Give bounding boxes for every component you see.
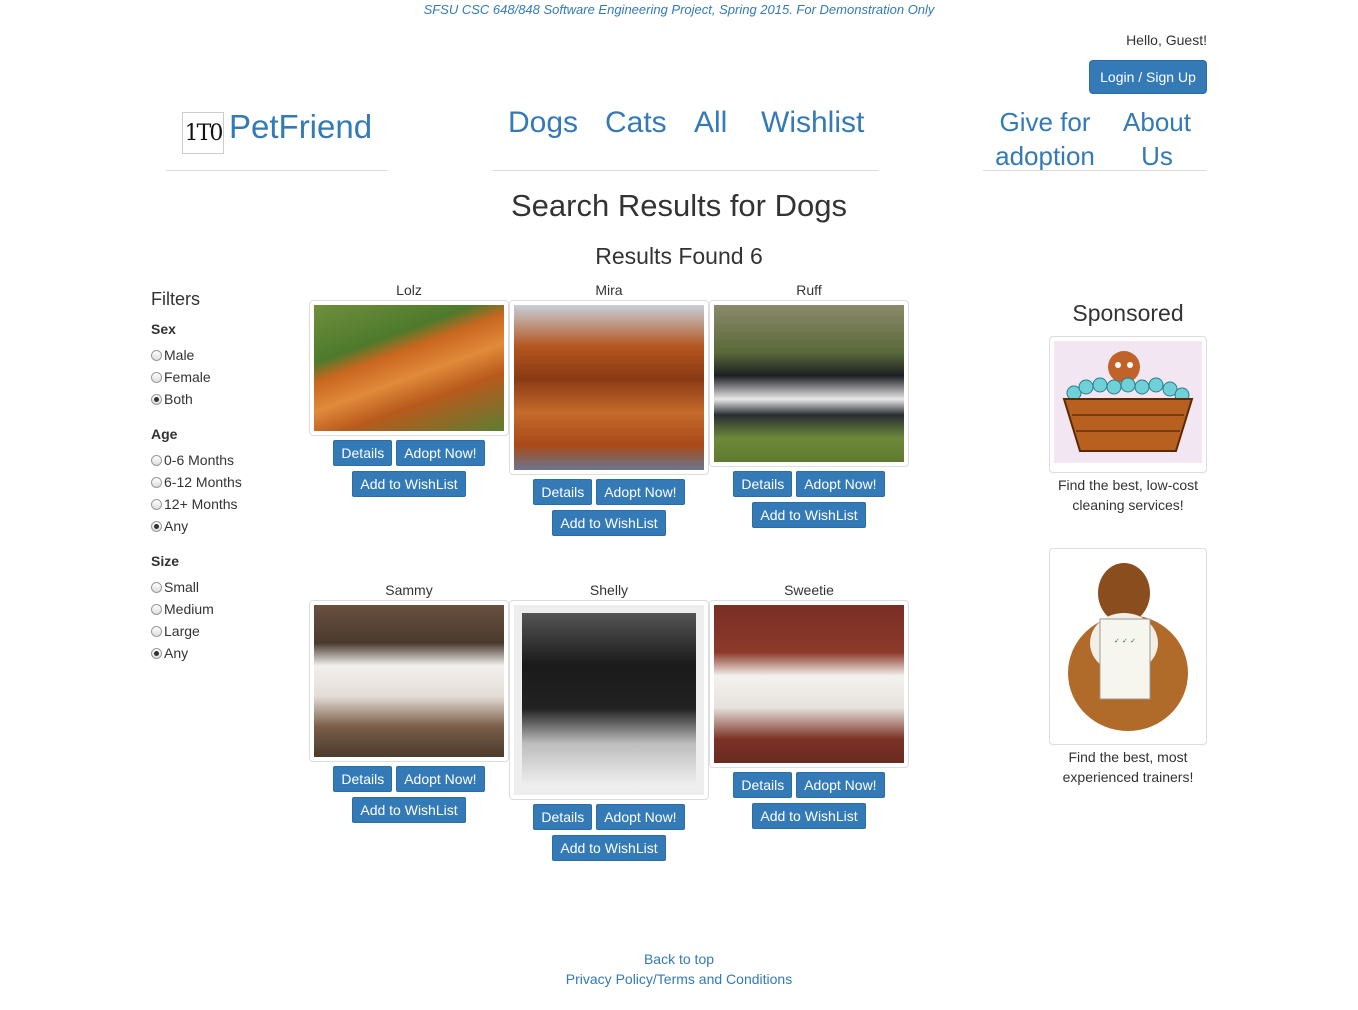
details-button[interactable]: Details: [533, 479, 593, 505]
back-to-top-link[interactable]: Back to top: [0, 951, 1358, 967]
adopt-now-button[interactable]: Adopt Now!: [796, 471, 885, 497]
add-to-wishlist-button[interactable]: Add to WishList: [352, 471, 466, 497]
husky-photo-icon: [714, 305, 904, 462]
fluffy-dog-photo-icon: [714, 605, 904, 763]
login-signup-button[interactable]: Login / Sign Up: [1089, 60, 1207, 94]
adopt-now-button[interactable]: Adopt Now!: [796, 772, 885, 798]
filter-size-large[interactable]: Large: [151, 623, 200, 639]
pomeranian-photo-icon: [314, 305, 504, 431]
pet-name: Lolz: [396, 282, 422, 298]
filter-age-any[interactable]: Any: [151, 518, 188, 534]
nav-wishlist[interactable]: Wishlist: [761, 106, 864, 140]
ad-thumbnail[interactable]: [1049, 336, 1207, 473]
pet-name: Sammy: [385, 582, 433, 598]
pet-thumbnail[interactable]: [509, 300, 709, 475]
radio-icon[interactable]: [151, 393, 162, 405]
ad-cleaning[interactable]: Find the best, low-cost cleaning service…: [1049, 336, 1207, 515]
details-button[interactable]: Details: [533, 804, 593, 830]
radio-icon[interactable]: [151, 647, 162, 659]
pet-name: Mira: [595, 282, 623, 298]
radio-icon[interactable]: [151, 371, 162, 383]
adopt-now-button[interactable]: Adopt Now!: [596, 804, 685, 830]
pet-thumbnail[interactable]: [709, 300, 909, 467]
svg-text:✓ ✓ ✓: ✓ ✓ ✓: [1114, 637, 1136, 645]
ad-thumbnail[interactable]: ✓ ✓ ✓: [1049, 548, 1207, 745]
add-to-wishlist-button[interactable]: Add to WishList: [752, 803, 866, 829]
sheltie-trainer-photo-icon: ✓ ✓ ✓: [1054, 553, 1202, 735]
filters-title: Filters: [151, 289, 200, 309]
ad-caption: experienced trainers!: [1062, 769, 1194, 785]
sponsored-title: Sponsored: [1072, 300, 1184, 326]
divider: [492, 170, 879, 171]
nav-about-us[interactable]: About Us: [1117, 105, 1197, 173]
filter-sex-label: Sex: [151, 321, 176, 337]
dog-bath-illustration-icon: [1054, 341, 1202, 463]
filter-size-label: Size: [151, 553, 180, 569]
add-to-wishlist-button[interactable]: Add to WishList: [552, 510, 666, 536]
page-title: Search Results for Dogs: [511, 188, 847, 223]
nav-dogs[interactable]: Dogs: [508, 106, 578, 140]
cavalier-photo-icon: [514, 305, 704, 470]
adopt-now-button[interactable]: Adopt Now!: [596, 479, 685, 505]
divider: [983, 170, 1207, 171]
filter-age-0-6[interactable]: 0-6 Months: [151, 452, 234, 468]
pet-card: Sweetie Details Adopt Now! Add to WishLis…: [709, 580, 909, 829]
pet-thumbnail[interactable]: [309, 600, 509, 762]
radio-icon[interactable]: [151, 581, 162, 593]
nav-all[interactable]: All: [694, 106, 727, 140]
pet-thumbnail[interactable]: [309, 300, 509, 436]
radio-icon[interactable]: [151, 349, 162, 361]
pet-name: Sweetie: [784, 582, 834, 598]
filter-age-12-plus[interactable]: 12+ Months: [151, 496, 238, 512]
divider: [166, 170, 388, 171]
pet-card: Sammy Details Adopt Now! Add to WishList: [309, 580, 509, 823]
radio-icon[interactable]: [151, 520, 162, 532]
filter-sex-both[interactable]: Both: [151, 391, 193, 407]
pet-thumbnail[interactable]: [509, 600, 709, 800]
details-button[interactable]: Details: [333, 440, 393, 466]
pet-card: Lolz Details Adopt Now! Add to WishList: [309, 280, 509, 497]
details-button[interactable]: Details: [733, 772, 793, 798]
filter-size-medium[interactable]: Medium: [151, 601, 214, 617]
adopt-now-button[interactable]: Adopt Now!: [396, 766, 485, 792]
pet-name: Ruff: [796, 282, 822, 298]
puppy-photo-icon: [314, 605, 504, 757]
adopt-now-button[interactable]: Adopt Now!: [396, 440, 485, 466]
add-to-wishlist-button[interactable]: Add to WishList: [352, 797, 466, 823]
greeting-text: Hello, Guest!: [1126, 32, 1207, 48]
logo-icon[interactable]: 1T0: [182, 112, 224, 154]
pet-card: Shelly Details Adopt Now! Add to WishList: [509, 580, 709, 861]
demo-banner: SFSU CSC 648/848 Software Engineering Pr…: [423, 2, 935, 17]
filter-size-any[interactable]: Any: [151, 645, 188, 661]
radio-icon[interactable]: [151, 625, 162, 637]
filter-sex-male[interactable]: Male: [151, 347, 194, 363]
ad-caption: cleaning services!: [1072, 497, 1184, 513]
filter-sex-female[interactable]: Female: [151, 369, 211, 385]
ad-caption: Find the best, low-cost: [1057, 477, 1199, 493]
details-button[interactable]: Details: [333, 766, 393, 792]
filter-size-small[interactable]: Small: [151, 579, 199, 595]
brand-link[interactable]: PetFriend: [229, 108, 372, 146]
pet-card: Mira Details Adopt Now! Add to WishList: [509, 280, 709, 536]
radio-icon[interactable]: [151, 498, 162, 510]
ad-caption: Find the best, most: [1068, 749, 1188, 765]
privacy-policy-link[interactable]: Privacy Policy/Terms and Conditions: [0, 971, 1358, 987]
black-dog-photo-icon: [514, 605, 704, 795]
add-to-wishlist-button[interactable]: Add to WishList: [752, 502, 866, 528]
ad-trainers[interactable]: ✓ ✓ ✓ Find the best, most experienced tr…: [1049, 548, 1207, 787]
results-count: Results Found 6: [595, 243, 763, 269]
radio-icon[interactable]: [151, 476, 162, 488]
add-to-wishlist-button[interactable]: Add to WishList: [552, 835, 666, 861]
pet-thumbnail[interactable]: [709, 600, 909, 768]
filter-age-label: Age: [151, 426, 178, 442]
nav-give-for-adoption[interactable]: Give for adoption: [995, 105, 1095, 173]
radio-icon[interactable]: [151, 454, 162, 466]
filter-age-6-12[interactable]: 6-12 Months: [151, 474, 242, 490]
details-button[interactable]: Details: [733, 471, 793, 497]
nav-cats[interactable]: Cats: [605, 106, 667, 140]
pet-name: Shelly: [589, 582, 629, 598]
radio-icon[interactable]: [151, 603, 162, 615]
pet-card: Ruff Details Adopt Now! Add to WishList: [709, 280, 909, 528]
